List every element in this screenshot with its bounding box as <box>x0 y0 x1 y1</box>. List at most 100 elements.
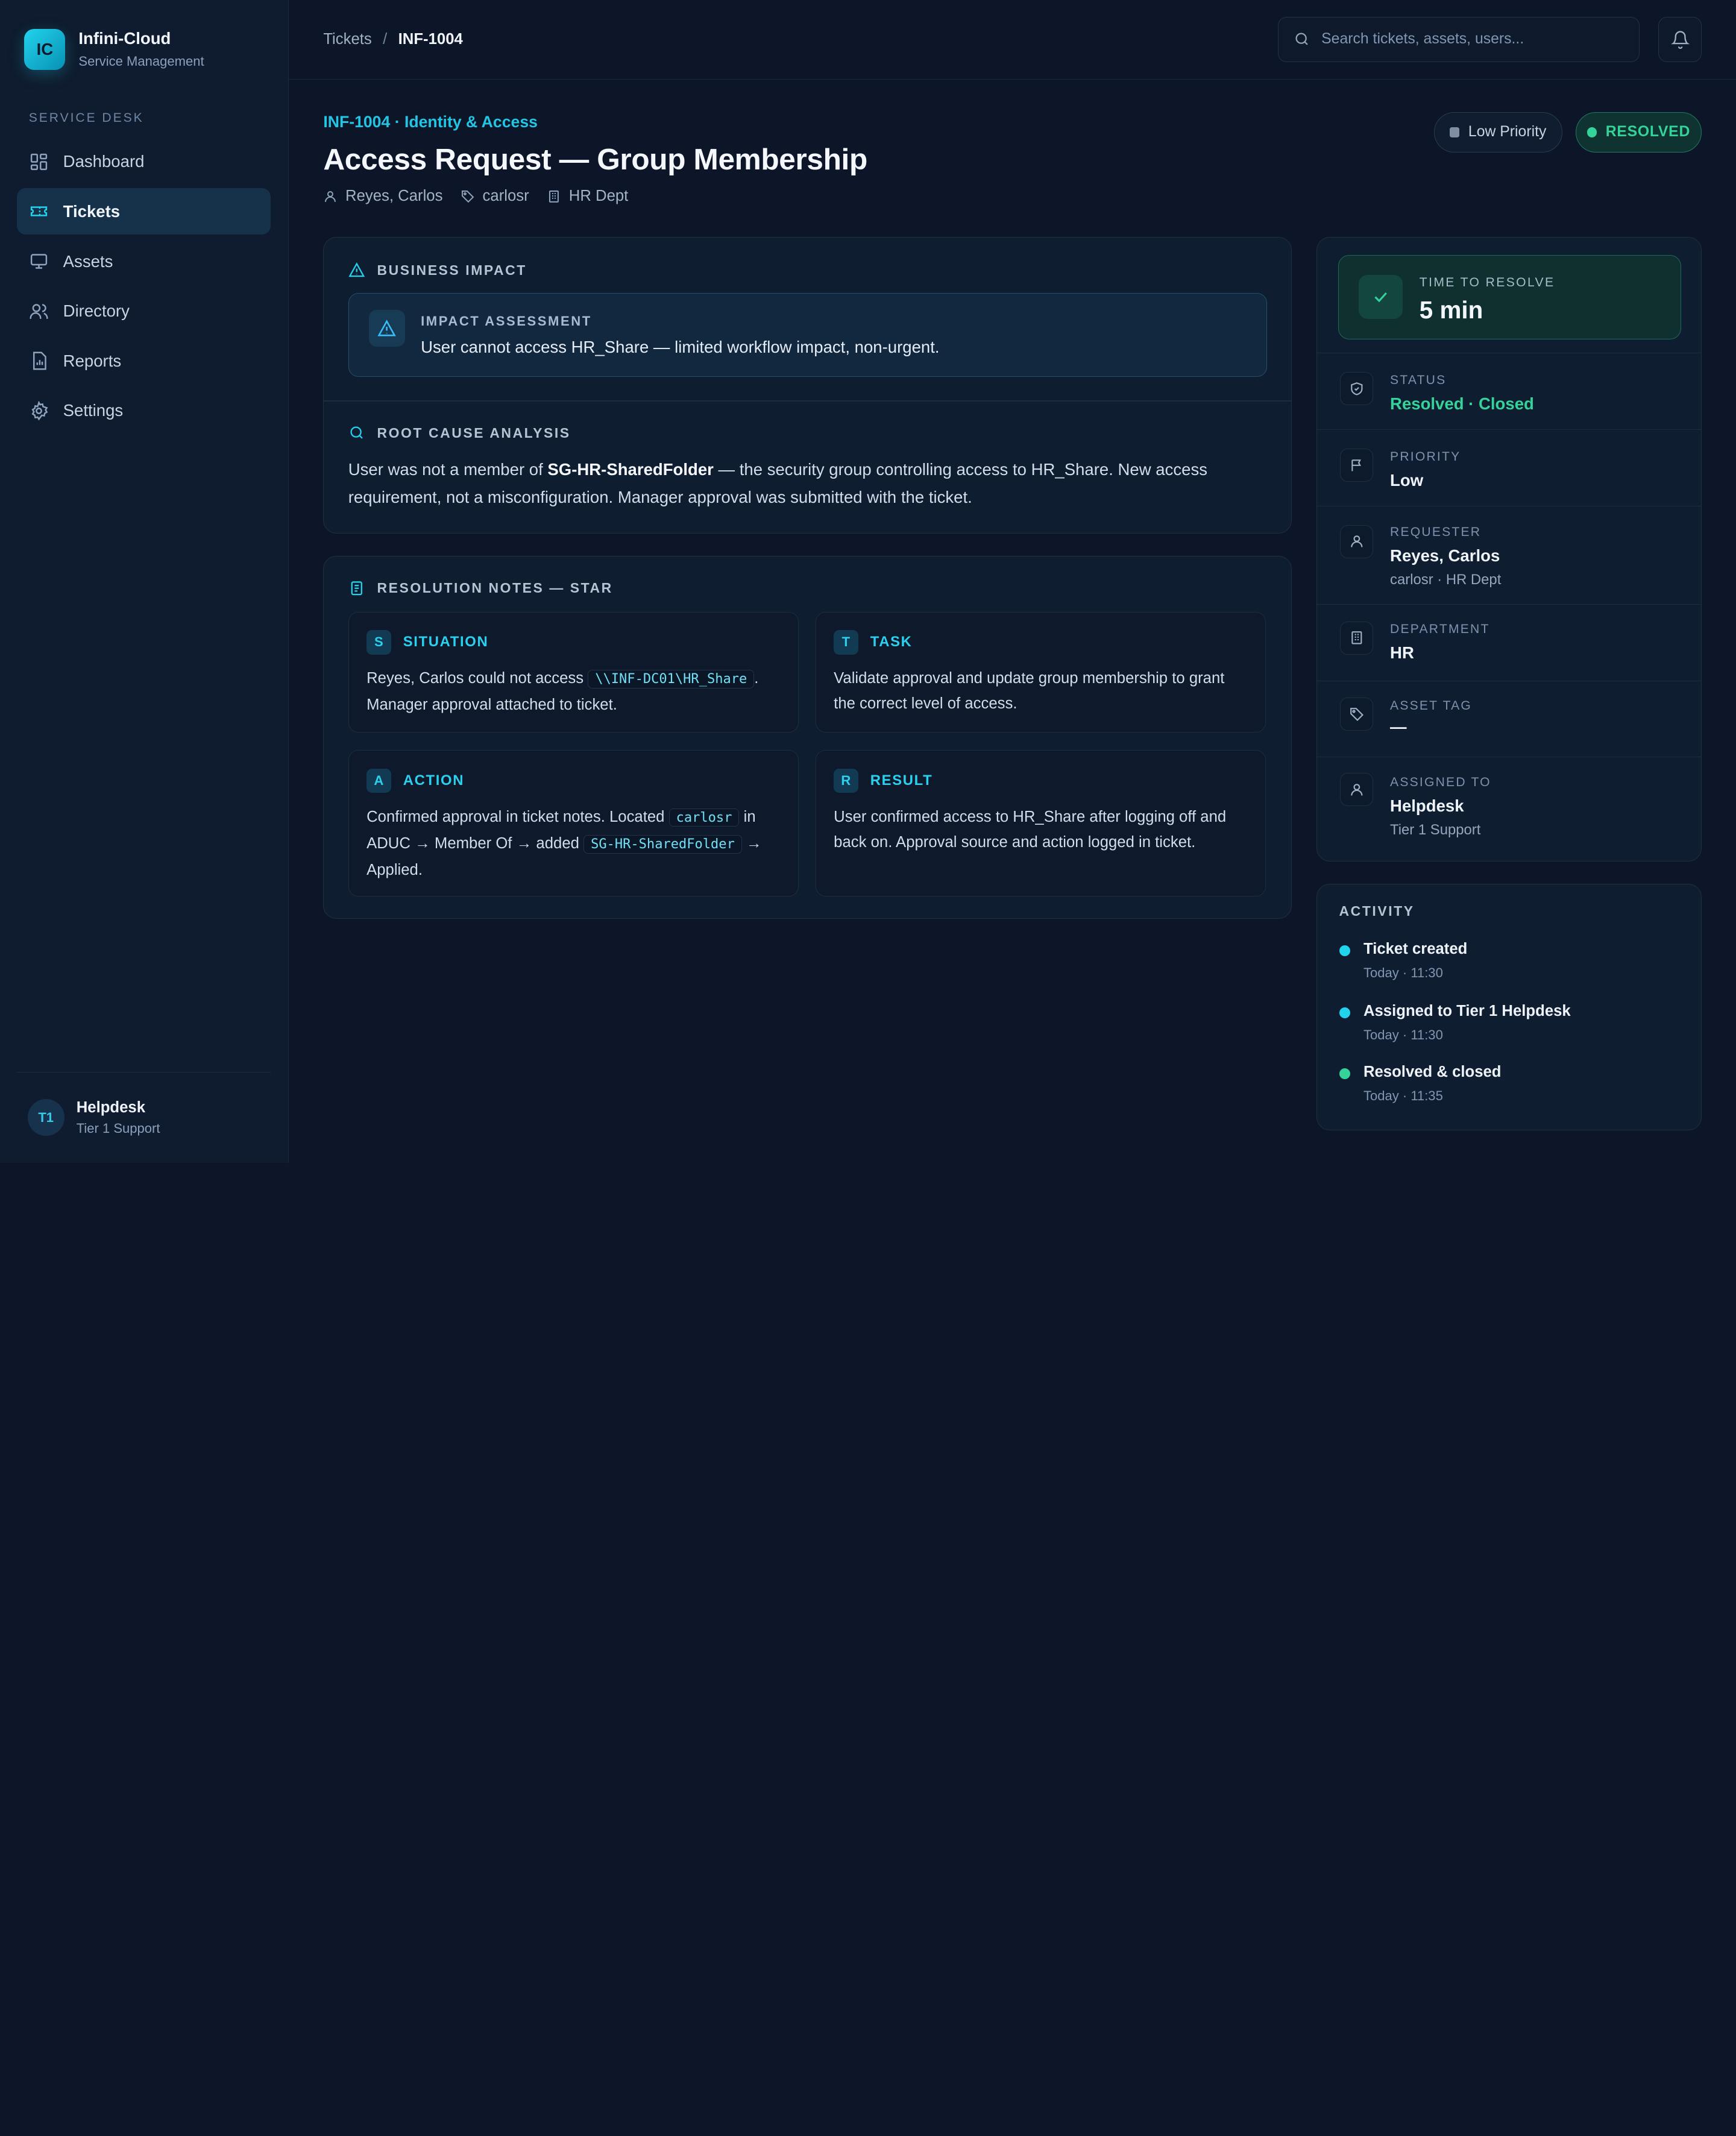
activity-dot <box>1339 1068 1350 1079</box>
app-logo: IC <box>24 28 66 70</box>
search-icon <box>350 426 363 439</box>
brand[interactable]: IC Infini-Cloud Service Management <box>0 0 288 70</box>
app-name: Infini-Cloud <box>78 29 171 48</box>
current-user[interactable]: T1 Helpdesk Tier 1 Support <box>16 1071 271 1163</box>
users-icon <box>30 303 48 319</box>
detail-label: PRIORITY <box>1390 449 1461 464</box>
sidebar-item-tickets[interactable]: Tickets <box>16 188 271 235</box>
star-action: A ACTION Confirmed approval in ticket not… <box>348 750 799 896</box>
sidebar-item-label: Assets <box>63 251 113 271</box>
activity-heading: ACTIVITY <box>1339 903 1415 919</box>
group-code: SG-HR-SharedFolder <box>583 835 742 854</box>
activity-title: Resolved & closed <box>1363 1063 1502 1081</box>
detail-asset-tag: ASSET TAG — <box>1316 680 1701 757</box>
resolution-notes-card: RESOLUTION NOTES — STAR S SITUATION Reyes… <box>323 556 1292 919</box>
breadcrumb-separator: / <box>383 31 388 48</box>
detail-sub: Tier 1 Support <box>1390 821 1481 838</box>
search-box[interactable] <box>1277 16 1640 62</box>
share-path: \\INF-DC01\HR_Share <box>588 670 755 688</box>
status-badge-label: RESOLVED <box>1605 124 1691 140</box>
dashboard-icon <box>30 153 47 170</box>
building-icon <box>549 190 559 203</box>
breadcrumb-current: INF-1004 <box>398 31 463 48</box>
sidebar: IC Infini-Cloud Service Management SERVI… <box>0 0 289 1163</box>
meta-requester: Reyes, Carlos <box>345 187 443 205</box>
ttr-value: 5 min <box>1419 295 1483 324</box>
star-badge: A <box>366 768 391 793</box>
star-title: ACTION <box>403 772 465 789</box>
detail-label: DEPARTMENT <box>1390 622 1490 637</box>
activity-title: Ticket created <box>1363 940 1468 958</box>
impact-text: User cannot access HR_Share — limited wo… <box>421 338 940 357</box>
sidebar-item-label: Tickets <box>63 201 121 221</box>
detail-priority: PRIORITY Low <box>1316 429 1701 506</box>
shield-icon <box>1351 382 1363 395</box>
bell-icon <box>1670 31 1690 49</box>
star-heading-text: RESOLUTION NOTES — STAR <box>377 579 613 596</box>
activity-panel: ACTIVITY Ticket created Today · 11:30 As… <box>1316 883 1702 1131</box>
check-icon <box>1374 292 1387 303</box>
user-icon <box>1351 535 1363 548</box>
detail-value: Low <box>1390 470 1424 490</box>
star-text: User confirmed access to HR_Share after … <box>834 808 1227 851</box>
priority-badge-label: Low Priority <box>1468 124 1547 140</box>
divider <box>324 400 1292 402</box>
time-to-resolve: TIME TO RESOLVE 5 min <box>1338 255 1682 339</box>
rca-group-name: SG-HR-SharedFolder <box>547 459 714 479</box>
detail-value: Helpdesk <box>1390 796 1464 815</box>
monitor-icon <box>30 254 47 269</box>
star-text: Validate approval and update group membe… <box>834 670 1225 713</box>
rca-text-pre: User was not a member of <box>348 459 548 479</box>
avatar: T1 <box>27 1099 64 1136</box>
meta-dept: HR Dept <box>568 187 629 205</box>
activity-title: Assigned to Tier 1 Helpdesk <box>1363 1003 1571 1020</box>
sidebar-item-dashboard[interactable]: Dashboard <box>17 139 271 185</box>
search-icon <box>1295 33 1309 46</box>
sidebar-item-assets[interactable]: Assets <box>17 238 271 285</box>
detail-department: DEPARTMENT HR <box>1316 603 1701 681</box>
detail-sub: carlosr · HR Dept <box>1390 571 1502 588</box>
star-title: SITUATION <box>403 634 489 651</box>
star-badge: R <box>834 768 858 793</box>
user-icon <box>325 191 336 202</box>
star-task: T TASK Validate approval and update group… <box>815 611 1266 733</box>
detail-label: REQUESTER <box>1390 525 1482 539</box>
nav-section-label: SERVICE DESK <box>28 110 144 125</box>
page-title: Access Request — Group Membership <box>323 142 867 176</box>
status-badge: RESOLVED <box>1575 112 1702 153</box>
star-situation: S SITUATION Reyes, Carlos could not acces… <box>348 611 799 733</box>
sidebar-item-label: Directory <box>63 301 130 321</box>
notes-icon <box>351 581 362 595</box>
priority-dot <box>1449 127 1460 137</box>
sidebar-item-directory[interactable]: Directory <box>17 288 271 335</box>
detail-status: STATUS Resolved · Closed <box>1316 353 1701 429</box>
impact-label: IMPACT ASSESSMENT <box>421 313 592 329</box>
impact-heading-text: BUSINESS IMPACT <box>377 262 527 278</box>
user-icon-wrap <box>1340 525 1374 558</box>
warning-icon <box>377 320 397 336</box>
activity-dot <box>1339 1007 1350 1018</box>
detail-label: ASSIGNED TO <box>1390 775 1491 789</box>
ttr-label: TIME TO RESOLVE <box>1419 276 1555 290</box>
sidebar-item-label: Dashboard <box>63 152 145 171</box>
user-icon-wrap <box>1340 773 1374 807</box>
search-input[interactable] <box>1321 31 1621 48</box>
main-content: Tickets / INF-1004 INF-1004 · Identity &… <box>289 0 1736 1163</box>
ticket-header: INF-1004 · Identity & Access Access Requ… <box>323 113 867 205</box>
impact-assessment: IMPACT ASSESSMENT User cannot access HR_… <box>348 292 1268 377</box>
star-text-pre: Reyes, Carlos could not access <box>366 670 588 687</box>
impact-heading: BUSINESS IMPACT <box>348 262 527 279</box>
rca-text: User was not a member of SG-HR-SharedFol… <box>348 456 1256 511</box>
star-text: Confirmed approval in ticket notes. Loca… <box>366 804 778 883</box>
sidebar-item-reports[interactable]: Reports <box>17 338 271 384</box>
shield-icon-wrap <box>1340 372 1374 406</box>
activity-time: Today · 11:30 <box>1363 965 1443 980</box>
sidebar-item-settings[interactable]: Settings <box>17 388 271 434</box>
building-icon <box>1351 631 1362 644</box>
detail-requester: REQUESTER Reyes, Carlos carlosr · HR Dep… <box>1316 505 1701 604</box>
details-panel: TIME TO RESOLVE 5 min STATUS Resolved · … <box>1316 237 1702 862</box>
notifications-button[interactable] <box>1658 16 1702 62</box>
sidebar-item-label: Settings <box>63 401 124 420</box>
activity-dot <box>1339 945 1350 957</box>
breadcrumb-tickets[interactable]: Tickets <box>323 31 371 48</box>
